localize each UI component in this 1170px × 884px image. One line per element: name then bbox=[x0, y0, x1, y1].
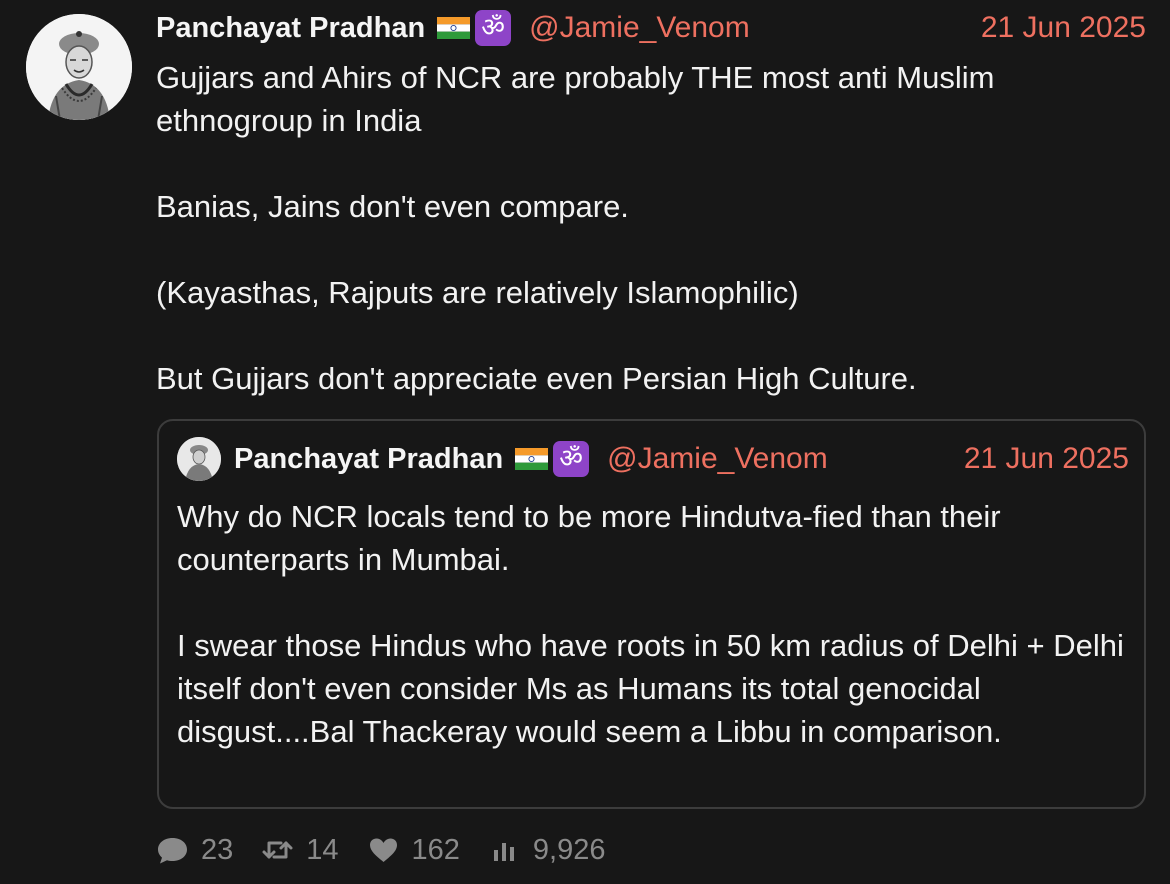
tweet-header: Panchayat Pradhan ॐ @Jamie_Venom 21 Jun … bbox=[156, 8, 1146, 48]
tweet-paragraph: (Kayasthas, Rajputs are relatively Islam… bbox=[156, 275, 799, 310]
author-avatar[interactable] bbox=[26, 14, 132, 120]
view-count: 9,926 bbox=[532, 833, 606, 866]
quoted-author-avatar bbox=[177, 437, 221, 481]
quoted-author-name: Panchayat Pradhan bbox=[234, 442, 504, 475]
tweet-paragraph: Gujjars and Ahirs of NCR are probably TH… bbox=[156, 60, 995, 138]
tweet-date[interactable]: 21 Jun 2025 bbox=[981, 11, 1146, 45]
retweet-count: 14 bbox=[306, 833, 339, 866]
tweet-actions: 23 14 162 9,926 bbox=[156, 830, 634, 870]
like-button[interactable]: 162 bbox=[367, 834, 460, 867]
quoted-tweet-body: Why do NCR locals tend to be more Hindut… bbox=[177, 495, 1132, 753]
retweet-button[interactable]: 14 bbox=[261, 833, 339, 867]
heart-icon bbox=[367, 835, 400, 865]
author-name[interactable]: Panchayat Pradhan bbox=[156, 12, 425, 45]
views-button[interactable]: 9,926 bbox=[488, 834, 606, 867]
bar-chart-icon bbox=[488, 835, 521, 865]
quoted-tweet-date: 21 Jun 2025 bbox=[963, 442, 1129, 475]
om-symbol-icon: ॐ bbox=[475, 10, 512, 46]
quoted-tweet-paragraph: I swear those Hindus who have roots in 5… bbox=[177, 628, 1124, 749]
tweet-body: Gujjars and Ahirs of NCR are probably TH… bbox=[156, 56, 1146, 400]
author-handle[interactable]: @Jamie_Venom bbox=[529, 11, 750, 45]
portrait-sketch bbox=[26, 14, 132, 120]
om-symbol-icon: ॐ bbox=[553, 441, 590, 477]
quoted-author-handle: @Jamie_Venom bbox=[607, 442, 828, 475]
tweet-paragraph: Banias, Jains don't even compare. bbox=[156, 189, 629, 224]
reply-bubble-icon bbox=[156, 835, 189, 865]
quoted-tweet-paragraph: Why do NCR locals tend to be more Hindut… bbox=[177, 499, 1001, 577]
quoted-tweet-card[interactable]: Panchayat Pradhan ॐ @Jamie_Venom 21 Jun … bbox=[157, 419, 1146, 809]
retweet-icon bbox=[261, 835, 294, 865]
india-flag-icon bbox=[515, 448, 549, 470]
india-flag-icon bbox=[437, 17, 471, 39]
tweet-paragraph: But Gujjars don't appreciate even Persia… bbox=[156, 361, 917, 396]
reply-button[interactable]: 23 bbox=[156, 834, 233, 867]
reply-count: 23 bbox=[201, 833, 234, 866]
like-count: 162 bbox=[411, 833, 460, 866]
quoted-tweet-header: Panchayat Pradhan ॐ @Jamie_Venom 21 Jun … bbox=[177, 437, 1129, 481]
